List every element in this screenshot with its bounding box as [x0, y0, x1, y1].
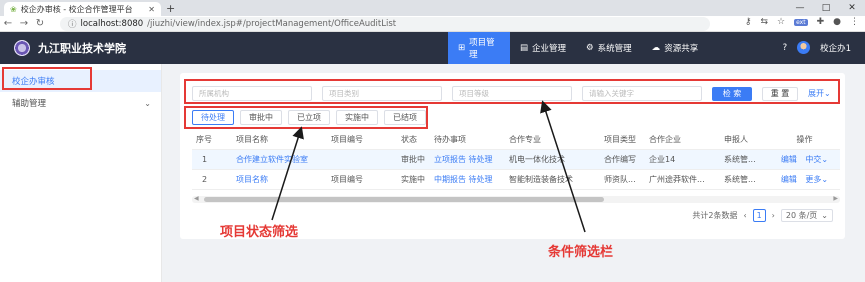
arrow-status	[271, 126, 304, 221]
arrow-condition	[540, 100, 586, 233]
status-filter-annotation: 项目状态筛选	[220, 225, 299, 240]
condition-filter-annotation: 条件筛选栏	[548, 245, 614, 260]
annotation-arrows	[271, 100, 586, 233]
